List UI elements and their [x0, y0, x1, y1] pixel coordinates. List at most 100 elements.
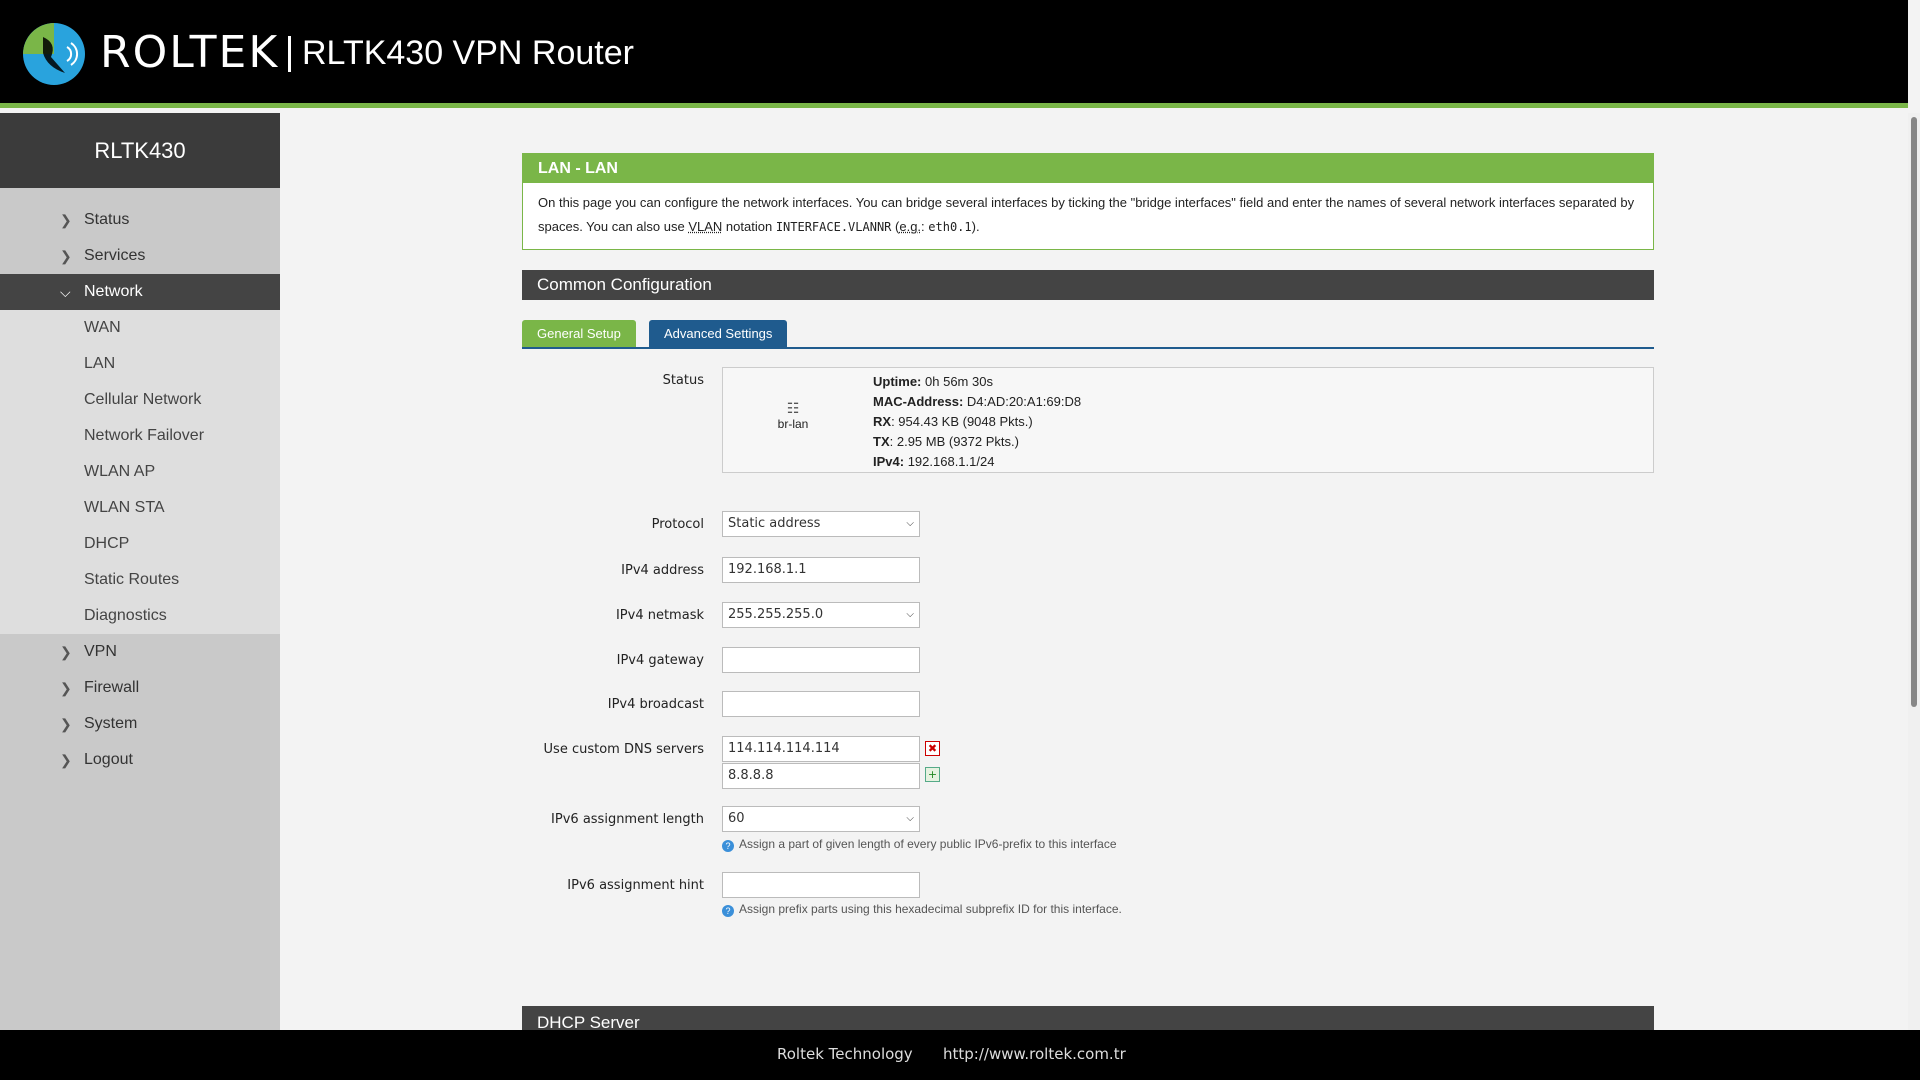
- mac-value: D4:AD:20:A1:69:D8: [966, 394, 1082, 409]
- network-submenu: WAN LAN Cellular Network Network Failove…: [0, 310, 280, 634]
- config-tabs: General Setup Advanced Settings: [522, 320, 1654, 349]
- ipv4-status-label: IPv4:: [873, 454, 905, 469]
- vlan-abbr: VLAN: [688, 219, 723, 234]
- dns-server-input-1[interactable]: 114.114.114.114: [722, 736, 920, 762]
- chevron-down-icon: ⌵: [60, 284, 71, 300]
- chevron-right-icon: ❯: [60, 644, 72, 660]
- sidebar-item-label: Firewall: [84, 679, 140, 696]
- sidebar-item-logout[interactable]: ❯ Logout: [0, 742, 280, 778]
- rx-label: RX: [873, 414, 892, 429]
- ipv6-hint-input[interactable]: [722, 872, 920, 898]
- remove-dns-icon[interactable]: ✖: [925, 741, 940, 756]
- sidebar-subitem-dhcp[interactable]: DHCP: [0, 526, 280, 562]
- footer: Roltek Technology http://www.roltek.com.…: [0, 1030, 1920, 1080]
- tab-general-setup[interactable]: General Setup: [522, 320, 636, 347]
- ipv4-address-input[interactable]: 192.168.1.1: [722, 557, 920, 583]
- protocol-select[interactable]: Static address ⌵: [722, 511, 920, 537]
- sidebar-subitem-wlan-sta[interactable]: WLAN STA: [0, 490, 280, 526]
- ipv6-length-hint: ? Assign a part of given length of every …: [722, 837, 1117, 852]
- ipv4-broadcast-label: IPv4 broadcast: [607, 697, 704, 712]
- product-name: RLTK430 VPN Router: [302, 34, 634, 72]
- mac-label: MAC-Address:: [873, 394, 964, 409]
- desc-code: eth0.1: [928, 220, 972, 234]
- ipv6-length-select[interactable]: 60 ⌵: [722, 806, 920, 832]
- sidebar-item-label: Services: [84, 247, 146, 264]
- desc-text: notation: [722, 219, 776, 234]
- brand-name: ROLTEK: [100, 27, 280, 78]
- dns-label: Use custom DNS servers: [543, 742, 704, 757]
- sidebar-subitem-cellular[interactable]: Cellular Network: [0, 382, 280, 418]
- help-icon: ?: [722, 905, 734, 917]
- ipv4-gateway-label: IPv4 gateway: [616, 653, 704, 668]
- general-setup-form: Status ☷ br-lan Uptime: 0h 56m 30s MAC-A…: [522, 367, 1654, 927]
- tx-value: : 2.95 MB (9372 Pkts.): [889, 434, 1019, 449]
- interface-info: ☷ br-lan: [763, 400, 823, 431]
- sidebar-subitem-wan[interactable]: WAN: [0, 310, 280, 346]
- ipv4-address-label: IPv4 address: [621, 563, 704, 578]
- page-title: LAN - LAN: [523, 154, 1653, 183]
- sidebar-item-label: Status: [84, 211, 130, 228]
- chevron-right-icon: ❯: [60, 212, 72, 228]
- help-icon: ?: [722, 840, 734, 852]
- sidebar-item-services[interactable]: ❯ Services: [0, 238, 280, 274]
- scrollbar-thumb[interactable]: [1911, 117, 1917, 707]
- tab-advanced-settings[interactable]: Advanced Settings: [649, 320, 788, 347]
- header-bar: ROLTEK RLTK430 VPN Router: [0, 0, 1908, 108]
- sidebar-item-status[interactable]: ❯ Status: [0, 202, 280, 238]
- netmask-value: 255.255.255.0: [728, 607, 824, 622]
- sidebar-item-label: System: [84, 715, 138, 732]
- sidebar: RLTK430 ❯ Status ❯ Services ⌵ Network WAN L…: [0, 113, 280, 1030]
- footer-url-link[interactable]: http://www.roltek.com.tr: [943, 1045, 1126, 1063]
- chevron-down-icon: ⌵: [906, 518, 914, 529]
- desc-text: ).: [971, 219, 980, 234]
- ipv4-netmask-label: IPv4 netmask: [615, 608, 704, 623]
- status-label: Status: [662, 373, 704, 388]
- chevron-right-icon: ❯: [60, 752, 72, 768]
- chevron-right-icon: ❯: [60, 716, 72, 732]
- protocol-value: Static address: [728, 516, 821, 531]
- uptime-label: Uptime:: [873, 374, 922, 389]
- page-description: On this page you can configure the netwo…: [523, 183, 1653, 249]
- ipv4-netmask-select[interactable]: 255.255.255.0 ⌵: [722, 602, 920, 628]
- main-content: LAN - LAN On this page you can configure…: [522, 153, 1654, 927]
- sidebar-item-label: Network: [84, 283, 143, 300]
- sidebar-item-network[interactable]: ⌵ Network: [0, 274, 280, 310]
- add-dns-icon[interactable]: +: [925, 767, 940, 782]
- hint-text: Assign prefix parts using this hexadecim…: [739, 902, 1122, 916]
- roltek-logo-icon: [23, 23, 85, 85]
- ipv6-length-value: 60: [728, 811, 745, 826]
- status-panel: ☷ br-lan Uptime: 0h 56m 30s MAC-Address:…: [722, 367, 1654, 473]
- brand-separator: [288, 36, 291, 72]
- sidebar-subitem-static-routes[interactable]: Static Routes: [0, 562, 280, 598]
- eg-abbr: e.g.: [899, 219, 922, 234]
- page-scrollbar[interactable]: [1908, 113, 1920, 1030]
- ipv4-status-value: 192.168.1.1/24: [907, 454, 995, 469]
- protocol-label: Protocol: [651, 517, 704, 532]
- sidebar-item-firewall[interactable]: ❯ Firewall: [0, 670, 280, 706]
- status-details: Uptime: 0h 56m 30s MAC-Address: D4:AD:20…: [873, 372, 1081, 472]
- sidebar-subitem-lan[interactable]: LAN: [0, 346, 280, 382]
- chevron-right-icon: ❯: [60, 680, 72, 696]
- sidebar-subitem-failover[interactable]: Network Failover: [0, 418, 280, 454]
- sidebar-subitem-diagnostics[interactable]: Diagnostics: [0, 598, 280, 634]
- ipv6-hint-label: IPv6 assignment hint: [567, 878, 704, 893]
- tx-label: TX: [873, 434, 890, 449]
- uptime-value: 0h 56m 30s: [925, 374, 993, 389]
- ipv6-length-label: IPv6 assignment length: [551, 812, 704, 827]
- sidebar-subitem-wlan-ap[interactable]: WLAN AP: [0, 454, 280, 490]
- bridge-interface-icon: ☷: [786, 400, 800, 416]
- sidebar-item-vpn[interactable]: ❯ VPN: [0, 634, 280, 670]
- dns-server-input-2[interactable]: 8.8.8.8: [722, 763, 920, 789]
- hint-text: Assign a part of given length of every p…: [739, 837, 1117, 851]
- ipv4-broadcast-input[interactable]: [722, 691, 920, 717]
- ipv6-hint-hint: ? Assign prefix parts using this hexadeci…: [722, 902, 1122, 917]
- rx-value: : 954.43 KB (9048 Pkts.): [891, 414, 1033, 429]
- page-info-box: LAN - LAN On this page you can configure…: [522, 153, 1654, 250]
- interface-name: br-lan: [777, 417, 809, 431]
- chevron-right-icon: ❯: [60, 248, 72, 264]
- sidebar-item-system[interactable]: ❯ System: [0, 706, 280, 742]
- ipv4-gateway-input[interactable]: [722, 647, 920, 673]
- footer-company: Roltek Technology: [777, 1045, 913, 1063]
- desc-code: INTERFACE.VLANNR: [775, 220, 892, 234]
- chevron-down-icon: ⌵: [906, 609, 914, 620]
